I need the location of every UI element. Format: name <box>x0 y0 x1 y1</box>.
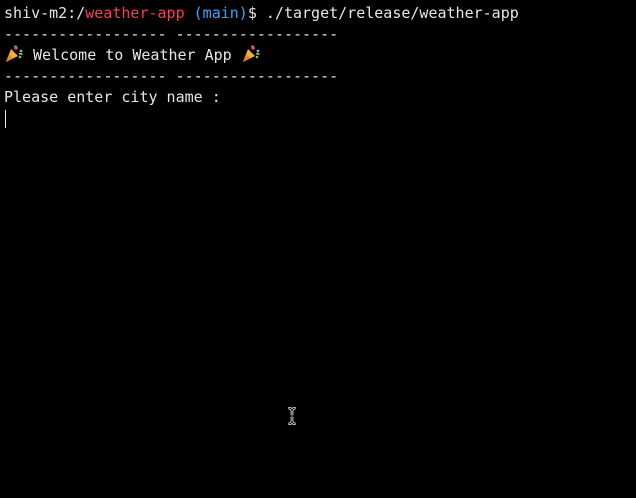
prompt-symbol: $ <box>247 4 266 22</box>
welcome-text: Welcome to Weather App <box>24 46 241 64</box>
terminal-window[interactable]: shiv-m2:/weather-app (main)$ ./target/re… <box>0 0 636 498</box>
prompt-host: shiv-m2:/ <box>4 4 86 22</box>
party-popper-icon <box>241 45 261 63</box>
terminal-input-line[interactable] <box>4 108 632 129</box>
city-input-prompt: Please enter city name : <box>4 88 221 106</box>
separator-bottom: ------------------ ------------------ <box>4 67 339 85</box>
welcome-line: Welcome to Weather App <box>4 45 632 66</box>
party-popper-icon <box>4 45 24 63</box>
shell-prompt-line: shiv-m2:/weather-app (main)$ ./target/re… <box>4 3 632 24</box>
prompt-git-branch: (main) <box>184 4 248 22</box>
text-caret <box>5 110 6 128</box>
prompt-directory: weather-app <box>85 4 185 22</box>
terminal-output: shiv-m2:/weather-app (main)$ ./target/re… <box>4 3 632 129</box>
prompt-command: ./target/release/weather-app <box>265 4 519 22</box>
separator-top: ------------------ ------------------ <box>4 25 339 43</box>
text-ibeam-cursor-icon <box>287 406 297 426</box>
